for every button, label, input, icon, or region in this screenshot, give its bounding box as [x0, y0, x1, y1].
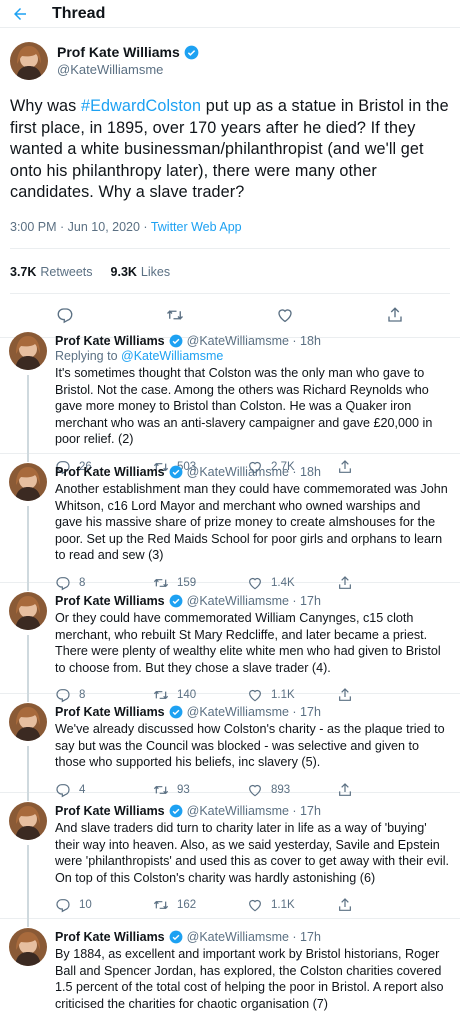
tweet-source-link[interactable]: Twitter Web App	[151, 220, 242, 234]
reply-text: And slave traders did turn to charity la…	[55, 821, 450, 885]
reply-meta[interactable]: @KateWilliamsme · 17h	[187, 929, 321, 945]
thread-connector-line	[27, 919, 29, 927]
avatar[interactable]	[9, 463, 47, 501]
reply-tweet[interactable]: Prof Kate Williams @KateWilliamsme · 17h …	[0, 919, 460, 1024]
likes-label: Likes	[140, 264, 171, 279]
retweet-icon[interactable]	[166, 306, 184, 324]
reply-author-name[interactable]: Prof Kate Williams	[55, 333, 165, 349]
verified-badge-icon	[169, 804, 183, 818]
reply-retweet-action[interactable]: 162	[153, 897, 233, 913]
comment-count: 10	[79, 899, 92, 912]
reply-author-name[interactable]: Prof Kate Williams	[55, 803, 165, 819]
thread-connector-line	[27, 375, 29, 454]
replying-to-link[interactable]: @KateWilliamsme	[121, 349, 223, 363]
back-arrow-icon[interactable]	[10, 4, 30, 24]
reply-tweet[interactable]: Prof Kate Williams @KateWilliamsme · 17h …	[0, 793, 460, 919]
reply-text: Or they could have commemorated William …	[55, 611, 441, 675]
thread-connector-line	[27, 793, 29, 801]
reply-author-name[interactable]: Prof Kate Williams	[55, 593, 165, 609]
reply-tweet[interactable]: Prof Kate Williams @KateWilliamsme · 17h …	[0, 694, 460, 798]
replying-to: Replying to @KateWilliamsme	[55, 349, 450, 364]
reply-meta[interactable]: @KateWilliamsme · 17h	[187, 593, 321, 609]
share-icon[interactable]	[337, 897, 353, 913]
reply-author-name[interactable]: Prof Kate Williams	[55, 704, 165, 720]
retweet-count: 162	[177, 899, 197, 912]
reply-meta[interactable]: @KateWilliamsme · 17h	[187, 803, 321, 819]
thread-connector-line	[27, 454, 29, 462]
timestamp-text[interactable]: 3:00 PM · Jun 10, 2020 ·	[10, 220, 151, 234]
likes-stat[interactable]: 9.3K Likes	[111, 265, 171, 279]
tweet-timestamp: 3:00 PM · Jun 10, 2020 · Twitter Web App	[10, 220, 450, 234]
reply-text: Another establishment man they could hav…	[55, 482, 448, 563]
hashtag-link[interactable]: #EdwardColston	[81, 97, 201, 115]
avatar[interactable]	[9, 928, 47, 966]
thread-connector-line	[27, 635, 29, 694]
reply-tweet[interactable]: Prof Kate Williams @KateWilliamsme · 18h …	[0, 323, 460, 475]
retweets-label: Retweets	[40, 264, 93, 279]
verified-badge-icon	[169, 594, 183, 608]
reply-share-action[interactable]	[337, 897, 417, 913]
main-tweet: Prof Kate Williams @KateWilliamsme Why w…	[0, 28, 460, 294]
avatar[interactable]	[9, 703, 47, 741]
reply-comment-action[interactable]: 10	[55, 897, 135, 913]
tweet-text-start: Why was	[10, 97, 81, 115]
like-icon[interactable]	[247, 897, 263, 913]
thread-connector-line	[27, 583, 29, 591]
reply-meta[interactable]: @KateWilliamsme · 18h	[187, 333, 321, 349]
thread-header: Thread	[0, 0, 460, 28]
main-tweet-text: Why was #EdwardColston put up as a statu…	[10, 96, 450, 204]
reply-like-action[interactable]: 1.1K	[247, 897, 327, 913]
likes-count: 9.3K	[110, 264, 137, 279]
reply-meta[interactable]: @KateWilliamsme · 17h	[187, 704, 321, 720]
retweets-count: 3.7K	[10, 264, 37, 279]
like-icon[interactable]	[276, 306, 294, 324]
verified-badge-icon	[169, 465, 183, 479]
avatar[interactable]	[9, 592, 47, 630]
thread-connector-line	[27, 845, 29, 919]
retweets-stat[interactable]: 3.7K Retweets	[10, 265, 93, 279]
retweet-icon[interactable]	[153, 897, 169, 913]
thread-connector-line	[27, 506, 29, 583]
thread-connector-line	[27, 746, 29, 793]
avatar[interactable]	[10, 42, 48, 80]
reply-text: It's sometimes thought that Colston was …	[55, 366, 433, 447]
verified-badge-icon	[184, 45, 199, 60]
verified-badge-icon	[169, 930, 183, 944]
verified-badge-icon	[169, 334, 183, 348]
main-tweet-author: Prof Kate Williams @KateWilliamsme	[10, 42, 450, 80]
like-count: 1.1K	[271, 899, 295, 912]
comment-icon[interactable]	[56, 306, 74, 324]
author-handle[interactable]: @KateWilliamsme	[57, 61, 199, 78]
replying-prefix: Replying to	[55, 349, 122, 363]
reply-text: By 1884, as excellent and important work…	[55, 947, 444, 1011]
reply-text: We've already discussed how Colston's ch…	[55, 722, 445, 770]
comment-icon[interactable]	[55, 897, 71, 913]
verified-badge-icon	[169, 705, 183, 719]
reply-meta[interactable]: @KateWilliamsme · 18h	[187, 464, 321, 480]
avatar[interactable]	[9, 332, 47, 370]
share-icon[interactable]	[386, 306, 404, 324]
reply-tweet[interactable]: Prof Kate Williams @KateWilliamsme · 17h …	[0, 583, 460, 703]
reply-author-name[interactable]: Prof Kate Williams	[55, 464, 165, 480]
avatar[interactable]	[9, 802, 47, 840]
reply-author-name[interactable]: Prof Kate Williams	[55, 929, 165, 945]
tweet-stats: 3.7K Retweets 9.3K Likes	[10, 247, 450, 294]
reply-tweet[interactable]: Prof Kate Williams @KateWilliamsme · 18h …	[0, 454, 460, 591]
reply-actions: 10 162 1.1K	[55, 896, 450, 914]
page-title: Thread	[52, 4, 106, 22]
thread-connector-line	[27, 694, 29, 702]
author-name[interactable]: Prof Kate Williams	[57, 44, 180, 61]
